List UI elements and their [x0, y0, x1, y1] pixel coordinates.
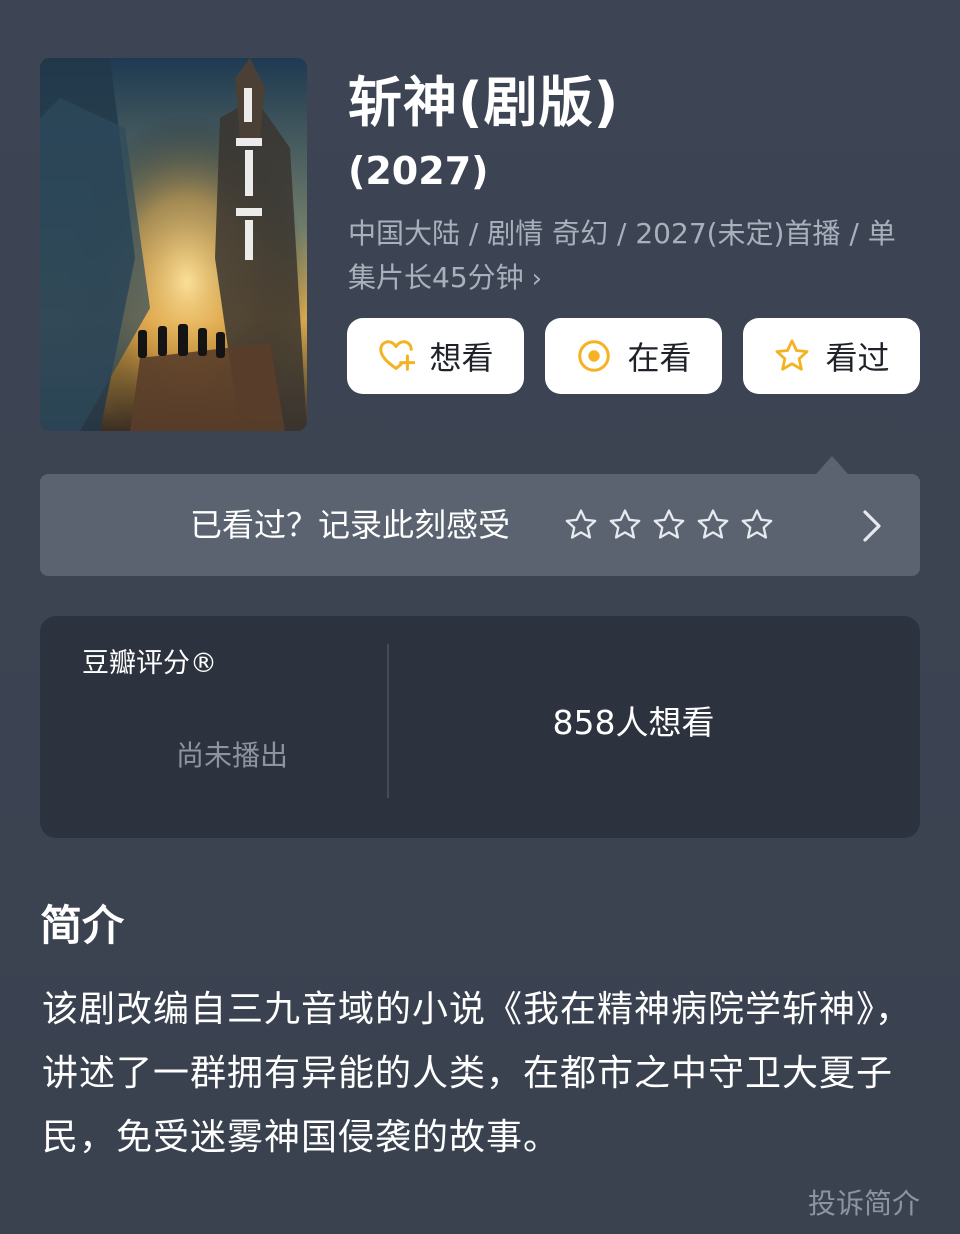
report-synopsis-link[interactable]: 投诉简介: [808, 1184, 920, 1224]
douban-rating-label: 豆瓣评分®: [82, 648, 217, 679]
watching-label: 在看: [627, 339, 692, 377]
watched-button[interactable]: 看过: [743, 318, 920, 394]
star-outline-icon[interactable]: [739, 507, 775, 543]
star-outline-icon[interactable]: [563, 507, 599, 543]
show-title: 斩神(剧版): [348, 71, 620, 134]
record-bar-pointer: [816, 456, 848, 474]
want-button[interactable]: 想看: [347, 318, 524, 394]
chevron-right-icon: ›: [531, 264, 543, 294]
star-outline-icon[interactable]: [651, 507, 687, 543]
star-outline-icon[interactable]: [607, 507, 643, 543]
rating-status: 尚未播出: [176, 739, 289, 772]
want-label: 想看: [429, 339, 494, 377]
star-outline-icon: [776, 339, 809, 371]
rating-card: 豆瓣评分® 尚未播出 858人想看: [40, 616, 920, 838]
want-count[interactable]: 858人想看: [389, 700, 878, 746]
watching-button[interactable]: 在看: [545, 318, 722, 394]
star-outline-icon[interactable]: [695, 507, 731, 543]
poster-image[interactable]: [40, 58, 307, 431]
record-feeling-bar[interactable]: 已看过？记录此刻感受: [40, 474, 920, 576]
target-circle-icon: [578, 340, 611, 372]
show-meta[interactable]: 中国大陆 / 剧情 奇幻 / 2027(未定)首播 / 单集片长45分钟 ›: [348, 212, 918, 301]
show-year: (2027): [348, 149, 489, 193]
movie-detail-page: 斩神(剧版) (2027) 中国大陆 / 剧情 奇幻 / 2027(未定)首播 …: [0, 0, 960, 1234]
rating-stars[interactable]: [563, 507, 775, 543]
poster-artwork: [40, 58, 307, 431]
watched-label: 看过: [825, 339, 890, 377]
synopsis-text: 该剧改编自三九音域的小说《我在精神病院学斩神》，讲述了一群拥有异能的人类，在都市…: [42, 989, 913, 1158]
show-meta-text: 中国大陆 / 剧情 奇幻 / 2027(未定)首播 / 单集片长45分钟: [348, 217, 896, 294]
heart-plus-icon: [379, 340, 416, 371]
record-prompt: 已看过？记录此刻感受: [190, 506, 511, 544]
synopsis-heading: 简介: [40, 901, 125, 950]
chevron-right-icon[interactable]: [857, 506, 887, 546]
